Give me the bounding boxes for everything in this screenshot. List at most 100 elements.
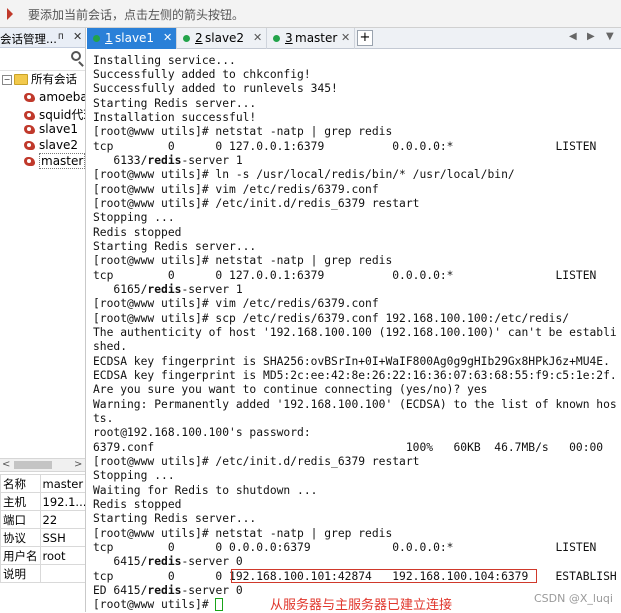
terminal-line: [root@www utils]# netstat -natp | grep r… xyxy=(93,125,393,138)
property-key: 主机 xyxy=(0,492,41,511)
tab-master[interactable]: 3 master ✕ xyxy=(267,28,355,49)
connection-highlight-box xyxy=(231,569,537,583)
session-label: amoeba xyxy=(39,90,86,104)
property-row: 名称 master xyxy=(0,474,85,493)
session-item-slave1[interactable]: slave1 xyxy=(24,122,78,138)
session-item-master[interactable]: master xyxy=(24,153,85,170)
terminal-line: [root@www utils]# netstat -natp | grep r… xyxy=(93,254,393,267)
pin-icon[interactable]: ᴨ xyxy=(58,31,64,42)
session-properties-table: 名称 master 主机 192.1... 端口 22 协议 SSH 用户名 root 说… xyxy=(0,474,85,583)
scroll-left-icon[interactable]: < xyxy=(2,459,10,470)
horizontal-scrollbar[interactable]: < > xyxy=(0,458,85,472)
tab-number: 3 xyxy=(285,31,293,45)
session-manager-panel: 会话管理... ᴨ ✕ −所有会话 amoeba squid代理 slave1 … xyxy=(0,28,86,612)
session-label: slave1 xyxy=(39,122,79,136)
session-panel-title: 会话管理... xyxy=(0,32,57,46)
property-key: 端口 xyxy=(0,510,41,529)
tab-scroll-left-icon[interactable]: ◀ xyxy=(569,31,577,42)
terminal-output[interactable]: Installing service... Successfully added… xyxy=(93,52,621,612)
terminal-line: Warning: Permanently added '192.168.100.… xyxy=(93,398,617,411)
session-item-squid[interactable]: squid代理 xyxy=(24,106,85,122)
property-value: SSH xyxy=(39,528,85,547)
terminal-line: Installing service... xyxy=(93,54,236,67)
terminal-line: Successfully added to runlevels 345! xyxy=(93,82,338,95)
tab-close-icon[interactable]: ✕ xyxy=(163,31,172,44)
collapse-toggle-icon[interactable]: − xyxy=(2,74,12,85)
session-item-amoeba[interactable]: amoeba xyxy=(24,90,86,106)
property-value xyxy=(39,564,85,583)
terminal-line: tcp 0 0 127.0.0.1:6379 0.0.0.0:* LISTEN xyxy=(93,140,597,153)
add-tab-button[interactable]: + xyxy=(357,30,373,46)
scroll-right-icon[interactable]: > xyxy=(74,459,82,470)
terminal-line: 6379.conf 100% 60KB 46.7MB/s 00:00 xyxy=(93,441,604,454)
session-item-slave2[interactable]: slave2 xyxy=(24,138,78,154)
terminal-line: shed. xyxy=(93,340,128,353)
session-label: slave2 xyxy=(39,138,79,152)
terminal-line: ECDSA key fingerprint is SHA256:ovBSrIn+… xyxy=(93,355,610,368)
terminal-line: Redis stopped xyxy=(93,498,182,511)
property-key: 用户名 xyxy=(0,546,41,565)
terminal-cursor xyxy=(215,598,223,611)
terminal-line: [root@www utils]# vim /etc/redis/6379.co… xyxy=(93,297,379,310)
tab-number: 2 xyxy=(195,31,203,45)
tree-root-all-sessions[interactable]: − 所有会话 xyxy=(2,71,77,88)
property-value: root xyxy=(39,546,85,565)
terminal-line: Starting Redis server... xyxy=(93,512,257,525)
terminal-line: 6165/redis-server 1 xyxy=(93,283,243,296)
terminal-line: Stopping ... xyxy=(93,469,175,482)
status-dot-icon xyxy=(183,35,190,42)
property-key: 名称 xyxy=(0,474,41,493)
terminal-line: Waiting for Redis to shutdown ... xyxy=(93,484,318,497)
add-session-arrow-icon[interactable] xyxy=(7,8,13,20)
terminal-line: [root@www utils]# /etc/init.d/redis_6379… xyxy=(93,455,420,468)
property-row: 说明 xyxy=(0,564,85,583)
tab-close-icon[interactable]: ✕ xyxy=(253,31,262,44)
terminal-line: [root@www utils]# netstat -natp | grep r… xyxy=(93,527,393,540)
terminal-prompt-line: [root@www utils]# xyxy=(93,598,216,611)
terminal-line: tcp 0 0 0.0.0.0:6379 0.0.0.0:* LISTEN xyxy=(93,541,597,554)
terminal-line: Starting Redis server... xyxy=(93,97,257,110)
tab-close-icon[interactable]: ✕ xyxy=(341,31,350,44)
terminal-line: Successfully added to chkconfig! xyxy=(93,68,311,81)
tab-slave2[interactable]: 2 slave2 ✕ xyxy=(177,28,267,49)
tab-scroll-right-icon[interactable]: ▶ xyxy=(587,31,595,42)
terminal-line: [root@www utils]# /etc/init.d/redis_6379… xyxy=(93,197,420,210)
session-icon xyxy=(24,93,35,102)
terminal-line: Stopping ... xyxy=(93,211,175,224)
terminal-line: [root@www utils]# ln -s /usr/local/redis… xyxy=(93,168,515,181)
scroll-thumb[interactable] xyxy=(14,461,52,469)
property-row: 用户名 root xyxy=(0,546,85,565)
session-icon xyxy=(24,141,35,150)
property-row: 主机 192.1... xyxy=(0,492,85,511)
watermark-text: CSDN @X_luqi xyxy=(534,592,613,605)
terminal-line: Redis stopped xyxy=(93,226,182,239)
session-panel-header: 会话管理... ᴨ ✕ xyxy=(0,28,85,48)
terminal-line: ED 6415/redis-server 0 xyxy=(93,584,243,597)
terminal-line: 6415/redis-server 0 xyxy=(93,555,243,568)
tab-list-dropdown-icon[interactable]: ▼ xyxy=(606,31,614,42)
terminal-line: Are you sure you want to continue connec… xyxy=(93,383,488,396)
property-row: 端口 22 xyxy=(0,510,85,529)
terminal-line: Starting Redis server... xyxy=(93,240,257,253)
session-icon xyxy=(24,157,35,166)
search-icon[interactable] xyxy=(71,51,81,61)
session-label: squid代理 xyxy=(39,108,85,122)
status-dot-icon xyxy=(93,35,100,42)
annotation-text: 从服务器与主服务器已建立连接 xyxy=(270,598,453,613)
folder-icon xyxy=(14,74,28,85)
property-value: master xyxy=(39,474,85,493)
tree-root-label: 所有会话 xyxy=(31,72,77,86)
terminal-line: root@192.168.100.100's password: xyxy=(93,426,311,439)
terminal-line: 6133/redis-server 1 xyxy=(93,154,243,167)
terminal-line: Installation successful! xyxy=(93,111,257,124)
close-icon[interactable]: ✕ xyxy=(73,30,82,43)
terminal-line: [root@www utils]# vim /etc/redis/6379.co… xyxy=(93,183,379,196)
tab-label: master xyxy=(295,31,338,45)
tab-slave1[interactable]: 1 slave1 ✕ xyxy=(87,28,177,49)
terminal-line: [root@www utils]# scp /etc/redis/6379.co… xyxy=(93,312,570,325)
session-icon xyxy=(24,111,35,120)
terminal-line: ts. xyxy=(93,412,114,425)
property-value: 192.1... xyxy=(39,492,85,511)
session-tab-bar: 1 slave1 ✕ 2 slave2 ✕ 3 master ✕ + ◀ ▶ ▼ xyxy=(87,28,621,49)
hint-bar: 要添加当前会话，点击左侧的箭头按钮。 xyxy=(0,0,621,28)
